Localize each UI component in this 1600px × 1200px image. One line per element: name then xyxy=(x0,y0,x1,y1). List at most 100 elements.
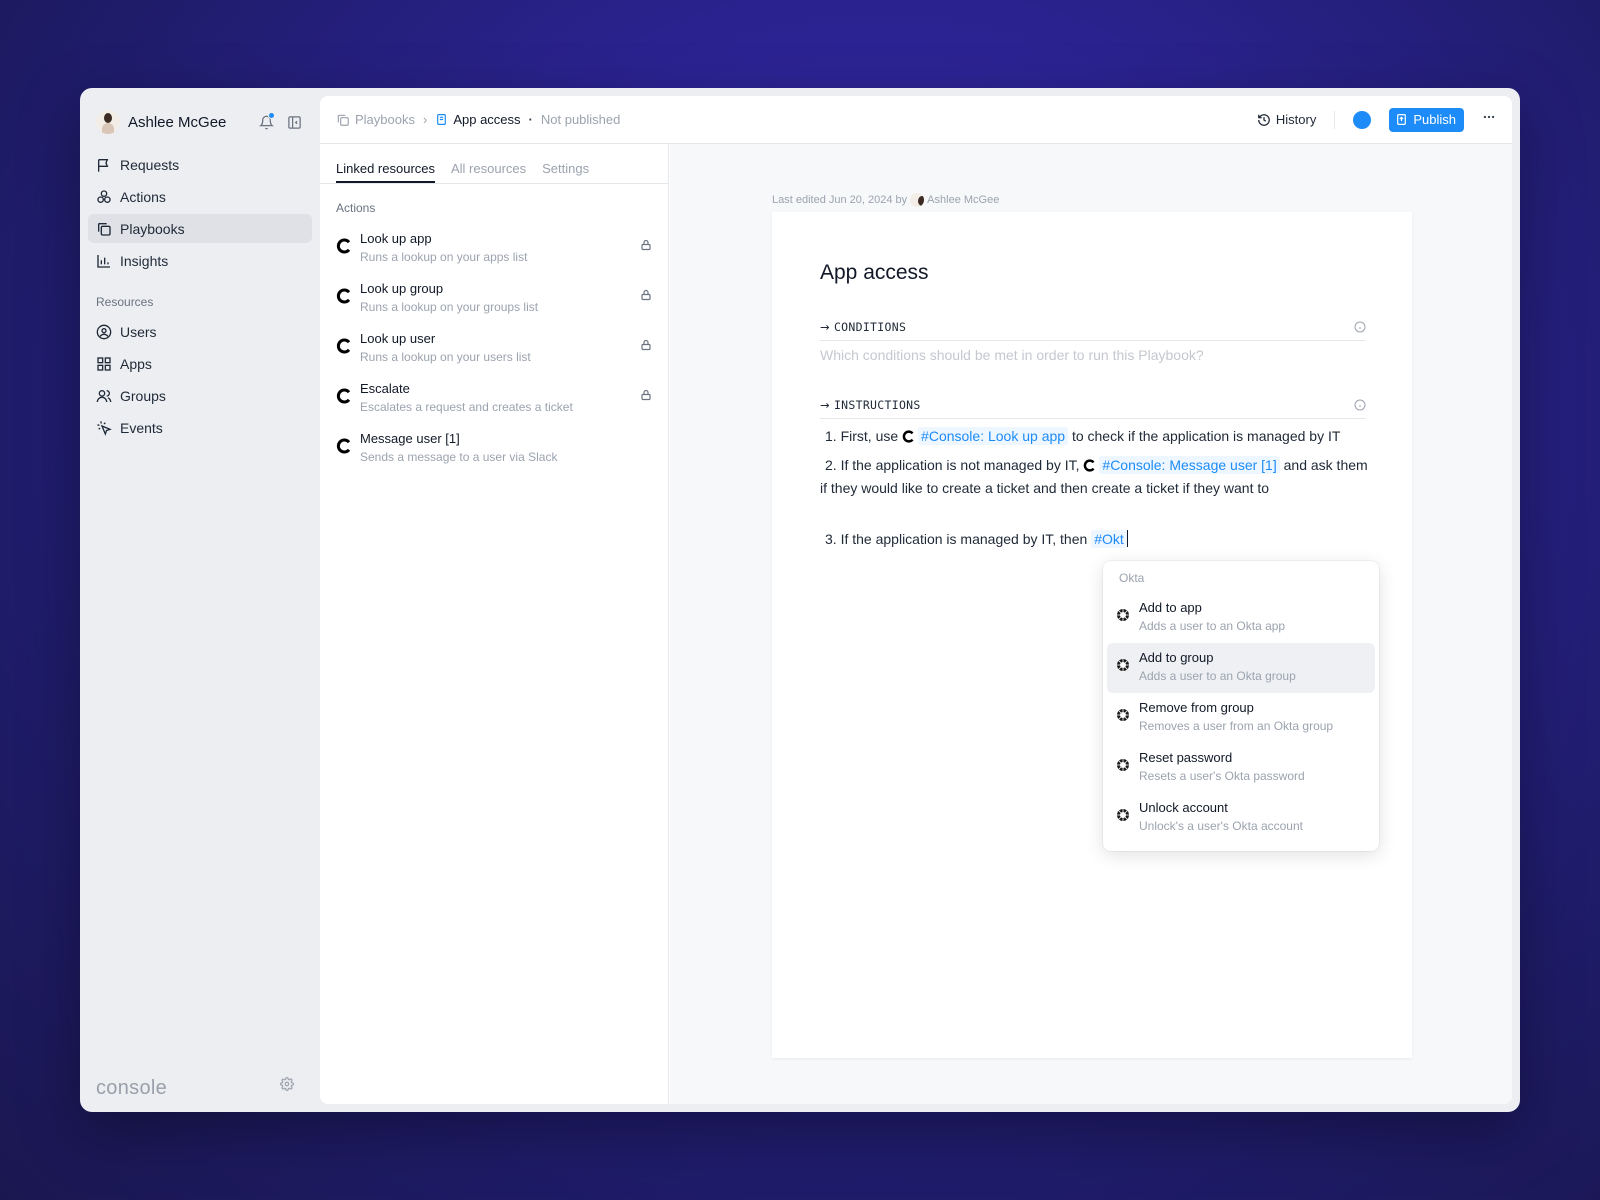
conditions-header: → CONDITIONS xyxy=(820,320,1366,341)
publish-status: Not published xyxy=(540,112,621,127)
tab-all-resources[interactable]: All resources xyxy=(451,161,526,183)
divider xyxy=(1334,110,1336,129)
resource-mention[interactable]: #Console: Look up app xyxy=(918,427,1069,445)
conditions-input[interactable]: Which conditions should be met in order … xyxy=(820,347,1204,363)
action-text: Message user [1] Sends a message to a us… xyxy=(360,430,652,466)
breadcrumb-parent[interactable]: Playbooks xyxy=(355,112,415,127)
conditions-label: CONDITIONS xyxy=(833,320,907,334)
action-item[interactable]: Message user [1] Sends a message to a us… xyxy=(320,425,668,475)
nav-item-insights[interactable]: Insights xyxy=(88,246,312,275)
autocomplete-option[interactable]: Add to group Adds a user to an Okta grou… xyxy=(1107,643,1375,693)
notifications-button[interactable] xyxy=(256,112,276,132)
last-edited: Last edited Jun 20, 2024 by Ashlee McGee xyxy=(772,193,999,207)
lock-icon xyxy=(641,389,651,401)
presence-avatar[interactable] xyxy=(1353,110,1372,129)
user-menu[interactable]: Ashlee McGee xyxy=(88,106,312,138)
action-item[interactable]: Escalate Escalates a request and creates… xyxy=(320,375,668,425)
instruction-step[interactable]: 1. First, use #Console: Look up app to c… xyxy=(820,425,1368,448)
settings-button[interactable] xyxy=(280,1077,294,1096)
tab-settings[interactable]: Settings xyxy=(542,161,589,183)
nav-label: Apps xyxy=(120,355,152,372)
user-name: Ashlee McGee xyxy=(128,113,227,131)
option-title: Add to app xyxy=(1139,600,1202,615)
option-title: Remove from group xyxy=(1139,700,1254,715)
action-desc: Sends a message to a user via Slack xyxy=(360,450,558,464)
autocomplete-option[interactable]: Reset password Resets a user's Okta pass… xyxy=(1107,743,1375,793)
sidebar-collapse-icon xyxy=(287,115,301,129)
history-button[interactable]: History xyxy=(1257,112,1316,127)
actions-icon xyxy=(97,189,111,203)
step-number: 3. xyxy=(825,531,837,547)
app-window: Ashlee McGee Requests Actions Playbooks xyxy=(80,88,1520,1112)
arrow-right-icon: → xyxy=(820,398,830,412)
nav-label: Groups xyxy=(120,387,166,404)
nav-item-actions[interactable]: Actions xyxy=(88,182,312,211)
okta-icon xyxy=(1117,609,1129,621)
playbooks-icon xyxy=(98,222,111,236)
step-text: If the application is not managed by IT, xyxy=(840,457,1080,473)
console-c-icon xyxy=(336,388,351,404)
console-c-icon xyxy=(902,430,914,443)
resources-nav: Users Apps Groups Events xyxy=(88,317,312,442)
separator-dot: · xyxy=(528,112,533,127)
action-title: Look up group xyxy=(360,281,444,296)
option-desc: Unlock's a user's Okta account xyxy=(1139,819,1303,833)
resources-section-label: Resources xyxy=(96,295,154,309)
option-text: Add to group Adds a user to an Okta grou… xyxy=(1139,649,1296,685)
okta-icon xyxy=(1117,759,1129,771)
mention-autocomplete: Okta Add to app Adds a user to an Okta a… xyxy=(1103,561,1379,851)
action-title: Escalate xyxy=(360,381,410,396)
autocomplete-option[interactable]: Remove from group Removes a user from an… xyxy=(1107,693,1375,743)
editor-avatar xyxy=(910,193,925,207)
option-title: Reset password xyxy=(1139,750,1233,765)
sidebar: Ashlee McGee Requests Actions Playbooks xyxy=(80,88,320,1112)
instruction-step[interactable]: 2. If the application is not managed by … xyxy=(820,454,1368,500)
dropdown-heading: Okta xyxy=(1119,571,1145,585)
collapse-sidebar-button[interactable] xyxy=(284,112,304,132)
info-icon[interactable] xyxy=(1354,321,1366,333)
resource-mention-draft[interactable]: #Okt xyxy=(1091,530,1127,548)
action-item[interactable]: Look up group Runs a lookup on your grou… xyxy=(320,275,668,325)
step-text: to check if the application is managed b… xyxy=(1071,428,1341,444)
nav-item-playbooks[interactable]: Playbooks xyxy=(88,214,312,243)
playbooks-icon xyxy=(337,114,349,126)
nav-item-requests[interactable]: Requests xyxy=(88,150,312,179)
option-title: Unlock account xyxy=(1139,800,1228,815)
action-title: Look up app xyxy=(360,231,432,246)
okta-icon xyxy=(1117,659,1129,671)
step-text: First, use xyxy=(840,428,899,444)
last-edited-text: Last edited Jun 20, 2024 by xyxy=(772,194,908,206)
flag-icon xyxy=(98,158,109,172)
option-desc: Adds a user to an Okta app xyxy=(1139,619,1286,633)
document-title[interactable]: App access xyxy=(820,261,929,285)
nav-item-users[interactable]: Users xyxy=(88,317,312,346)
autocomplete-option[interactable]: Unlock account Unlock's a user's Okta ac… xyxy=(1107,793,1375,843)
console-c-icon xyxy=(1084,459,1095,472)
lock-icon xyxy=(641,239,651,251)
publish-button[interactable]: Publish xyxy=(1389,107,1464,132)
action-text: Escalate Escalates a request and creates… xyxy=(360,380,640,416)
autocomplete-option[interactable]: Add to app Adds a user to an Okta app xyxy=(1107,593,1375,643)
resource-mention[interactable]: #Console: Message user [1] xyxy=(1099,456,1280,474)
action-item[interactable]: Look up app Runs a lookup on your apps l… xyxy=(320,225,668,275)
nav-label: Insights xyxy=(120,252,169,269)
breadcrumb-current: App access xyxy=(453,112,521,127)
chevron-right-icon: › xyxy=(422,112,428,127)
tab-linked-resources[interactable]: Linked resources xyxy=(336,161,435,183)
step-text: If the application is managed by IT, the… xyxy=(840,531,1088,547)
console-c-icon xyxy=(336,338,351,354)
nav-item-events[interactable]: Events xyxy=(88,413,312,442)
nav-item-groups[interactable]: Groups xyxy=(88,381,312,410)
users-icon xyxy=(96,389,112,402)
instruction-step[interactable]: 3. If the application is managed by IT, … xyxy=(820,528,1368,551)
option-desc: Adds a user to an Okta group xyxy=(1139,669,1296,683)
option-text: Add to app Adds a user to an Okta app xyxy=(1139,599,1285,635)
nav-label: Playbooks xyxy=(120,220,185,237)
more-options-button[interactable] xyxy=(1482,110,1496,129)
action-desc: Escalates a request and creates a ticket xyxy=(360,400,573,414)
action-item[interactable]: Look up user Runs a lookup on your users… xyxy=(320,325,668,375)
action-desc: Runs a lookup on your apps list xyxy=(360,250,528,264)
nav-item-apps[interactable]: Apps xyxy=(88,349,312,378)
info-icon[interactable] xyxy=(1354,399,1366,411)
action-text: Look up app Runs a lookup on your apps l… xyxy=(360,230,640,266)
